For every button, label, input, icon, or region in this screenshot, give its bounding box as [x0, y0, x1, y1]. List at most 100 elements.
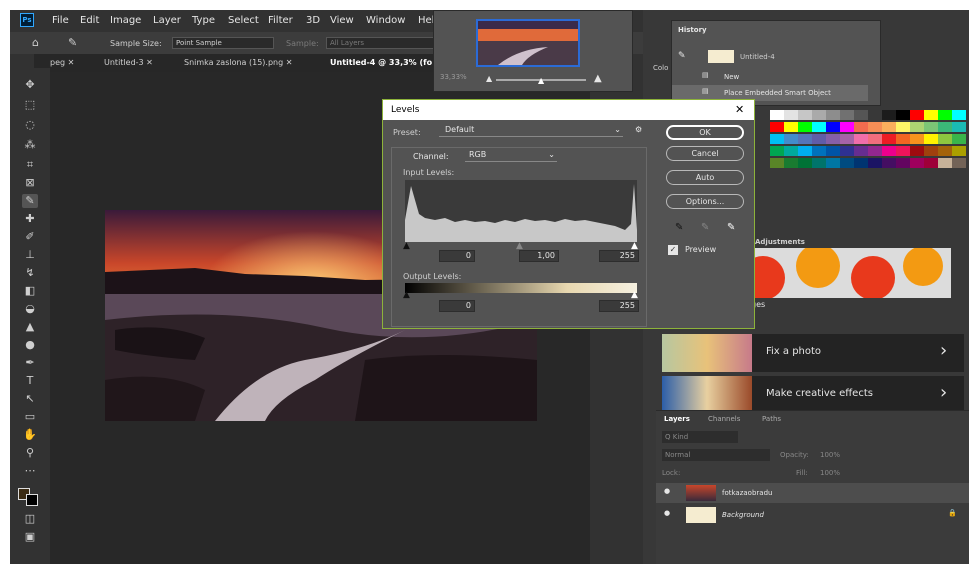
preset-options-icon[interactable]: ⚙ — [635, 125, 642, 134]
color-swatch[interactable] — [798, 122, 812, 132]
color-swatch[interactable] — [952, 122, 966, 132]
history-step[interactable]: ▤ New — [672, 69, 868, 85]
color-swatch[interactable] — [868, 110, 882, 120]
crop-tool-icon[interactable]: ⌗ — [22, 158, 38, 172]
color-swatch[interactable] — [770, 158, 784, 168]
output-white-slider[interactable]: ▲ — [631, 290, 638, 300]
color-swatch[interactable] — [938, 122, 952, 132]
color-swatch[interactable] — [770, 146, 784, 156]
fill-value[interactable]: 100% — [820, 469, 840, 477]
input-white-field[interactable]: 255 — [599, 250, 639, 262]
tab-paths[interactable]: Paths — [762, 415, 781, 423]
adjustments-tab[interactable]: Adjustments — [755, 238, 805, 246]
sample-select[interactable]: All Layers — [326, 37, 434, 49]
brush-tool-icon[interactable]: ✐ — [22, 230, 38, 244]
channel-select[interactable]: RGB ⌄ — [465, 150, 557, 162]
blend-mode-select[interactable]: Normal — [662, 449, 770, 461]
color-swatch[interactable] — [938, 134, 952, 144]
move-tool-icon[interactable]: ✥ — [22, 78, 38, 92]
color-swatch[interactable] — [770, 134, 784, 144]
color-swatch[interactable] — [798, 134, 812, 144]
color-swatch[interactable] — [826, 122, 840, 132]
eraser-tool-icon[interactable]: ◧ — [22, 284, 38, 298]
learn-card-creative-effects[interactable]: Make creative effects › — [662, 376, 964, 414]
lasso-tool-icon[interactable]: ◌ — [22, 118, 38, 132]
color-swatch[interactable] — [840, 122, 854, 132]
color-swatch[interactable] — [770, 110, 784, 120]
color-swatch[interactable] — [826, 146, 840, 156]
menu-edit[interactable]: Edit — [80, 15, 99, 26]
menu-select[interactable]: Select — [228, 15, 259, 26]
gray-point-eyedropper-icon[interactable]: ✎ — [701, 222, 709, 233]
dodge-tool-icon[interactable]: ● — [22, 338, 38, 352]
navigator-thumbnail[interactable] — [476, 19, 580, 67]
output-white-field[interactable]: 255 — [599, 300, 639, 312]
auto-button[interactable]: Auto — [666, 170, 744, 185]
color-swatch[interactable] — [896, 110, 910, 120]
color-swatch[interactable] — [896, 146, 910, 156]
close-icon[interactable]: ✕ — [68, 58, 75, 67]
tab-jpeg[interactable]: peg ✕ — [50, 58, 74, 67]
color-swatch[interactable] — [952, 110, 966, 120]
color-swatch[interactable] — [924, 158, 938, 168]
more-tools-icon[interactable]: ⋯ — [22, 464, 38, 478]
stamp-tool-icon[interactable]: ⊥ — [22, 248, 38, 262]
marquee-tool-icon[interactable]: ⬚ — [22, 98, 38, 112]
color-swatch[interactable] — [910, 146, 924, 156]
color-swatch[interactable] — [868, 134, 882, 144]
color-swatch[interactable] — [882, 122, 896, 132]
color-swatch[interactable] — [952, 146, 966, 156]
color-swatch[interactable] — [938, 158, 952, 168]
color-swatch[interactable] — [938, 110, 952, 120]
blur-tool-icon[interactable]: ▲ — [22, 320, 38, 334]
color-swatch[interactable] — [784, 122, 798, 132]
color-swatch[interactable] — [798, 158, 812, 168]
menu-file[interactable]: File — [52, 15, 69, 26]
color-swatch[interactable] — [896, 122, 910, 132]
eye-icon[interactable]: ● — [664, 487, 670, 495]
color-swatch[interactable] — [910, 158, 924, 168]
menu-filter[interactable]: Filter — [268, 15, 293, 26]
color-swatch[interactable] — [784, 158, 798, 168]
color-swatch[interactable] — [868, 146, 882, 156]
menu-help[interactable]: Hel — [418, 15, 434, 26]
pen-tool-icon[interactable]: ✒ — [22, 356, 38, 370]
menu-image[interactable]: Image — [110, 15, 141, 26]
color-swatch[interactable] — [812, 110, 826, 120]
color-swatch[interactable] — [868, 158, 882, 168]
layer-kind-filter[interactable]: Q Kind — [662, 431, 738, 443]
color-swatch[interactable] — [896, 158, 910, 168]
color-swatch[interactable] — [826, 110, 840, 120]
preview-checkbox[interactable]: ✓ — [668, 245, 678, 255]
color-swatch[interactable] — [938, 146, 952, 156]
ok-button[interactable]: OK — [666, 125, 744, 140]
zoom-tool-icon[interactable]: ⚲ — [22, 446, 38, 460]
color-swatch[interactable] — [840, 134, 854, 144]
close-icon[interactable]: ✕ — [146, 58, 153, 67]
background-color-swatch[interactable] — [26, 494, 38, 506]
color-swatch[interactable] — [882, 110, 896, 120]
color-swatch[interactable] — [854, 146, 868, 156]
color-swatch[interactable] — [924, 146, 938, 156]
color-swatch[interactable] — [910, 110, 924, 120]
color-swatch[interactable] — [798, 146, 812, 156]
menu-view[interactable]: View — [330, 15, 354, 26]
navigator-zoom-value[interactable]: 33,33% — [440, 73, 467, 81]
eye-icon[interactable]: ● — [664, 509, 670, 517]
color-swatch[interactable] — [812, 134, 826, 144]
close-icon[interactable]: ✕ — [735, 103, 744, 116]
color-swatch[interactable] — [952, 134, 966, 144]
sample-size-select[interactable]: Point Sample — [172, 37, 274, 49]
menu-3d[interactable]: 3D — [306, 15, 320, 26]
color-swatch[interactable] — [882, 158, 896, 168]
black-point-eyedropper-icon[interactable]: ✎ — [675, 222, 683, 233]
layer-row[interactable]: ● Background 🔒 — [656, 505, 969, 525]
color-swatch[interactable] — [924, 122, 938, 132]
color-swatch[interactable] — [840, 110, 854, 120]
color-swatch[interactable] — [924, 110, 938, 120]
menu-layer[interactable]: Layer — [153, 15, 181, 26]
color-swatch[interactable] — [812, 122, 826, 132]
color-swatch[interactable] — [812, 146, 826, 156]
hand-tool-icon[interactable]: ✋ — [22, 428, 38, 442]
tab-layers[interactable]: Layers — [664, 415, 690, 423]
